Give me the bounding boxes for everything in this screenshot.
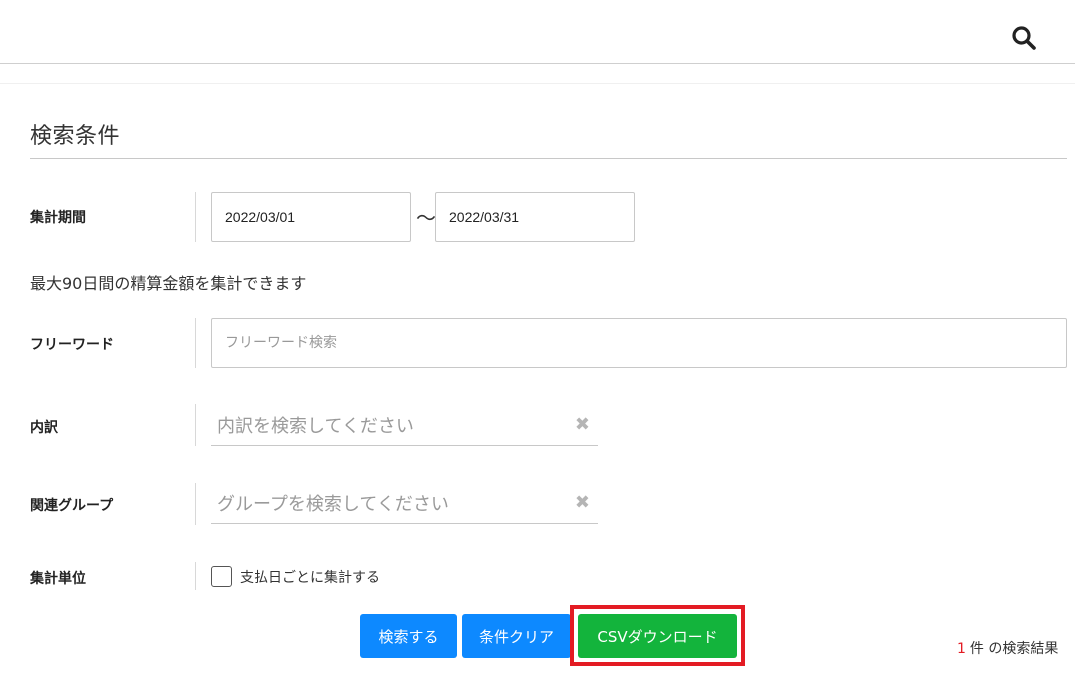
top-bar [0, 0, 1075, 64]
freeword-label: フリーワード [30, 337, 114, 353]
breakdown-select[interactable]: 内訳を検索してください ✖ [211, 404, 598, 446]
search-button[interactable]: 検索する [360, 614, 457, 658]
section-title: 検索条件 [30, 124, 121, 149]
csv-download-button[interactable]: CSVダウンロード [578, 614, 737, 658]
period-from-input[interactable] [211, 192, 411, 242]
group-select[interactable]: グループを検索してください ✖ [211, 482, 598, 524]
row-divider [195, 483, 196, 525]
period-separator: 〜 [416, 206, 436, 230]
breakdown-clear-icon[interactable]: ✖ [575, 414, 590, 435]
clear-conditions-button[interactable]: 条件クリア [462, 614, 571, 658]
period-note: 最大90日間の精算金額を集計できます [30, 274, 307, 293]
row-divider [195, 562, 196, 590]
period-label: 集計期間 [30, 210, 86, 226]
section-divider [30, 158, 1067, 159]
search-icon[interactable] [1011, 25, 1037, 51]
result-count: 1件 の検索結果 [957, 638, 1058, 658]
group-label: 関連グループ [30, 498, 114, 514]
period-to-input[interactable] [435, 192, 635, 242]
breakdown-label: 内訳 [30, 420, 58, 436]
group-clear-icon[interactable]: ✖ [575, 492, 590, 513]
row-divider [195, 404, 196, 446]
freeword-input[interactable] [211, 318, 1067, 368]
pay-date-checkbox-label[interactable]: 支払日ごとに集計する [240, 567, 380, 587]
breakdown-placeholder: 内訳を検索してください [217, 416, 414, 437]
header-spacer [0, 64, 1075, 84]
result-count-number: 1 [957, 641, 966, 657]
row-divider [195, 318, 196, 368]
row-divider [195, 192, 196, 242]
result-count-suffix: 件 の検索結果 [969, 641, 1059, 657]
group-placeholder: グループを検索してください [217, 494, 449, 515]
pay-date-checkbox[interactable] [211, 566, 232, 587]
unit-label: 集計単位 [30, 571, 86, 587]
